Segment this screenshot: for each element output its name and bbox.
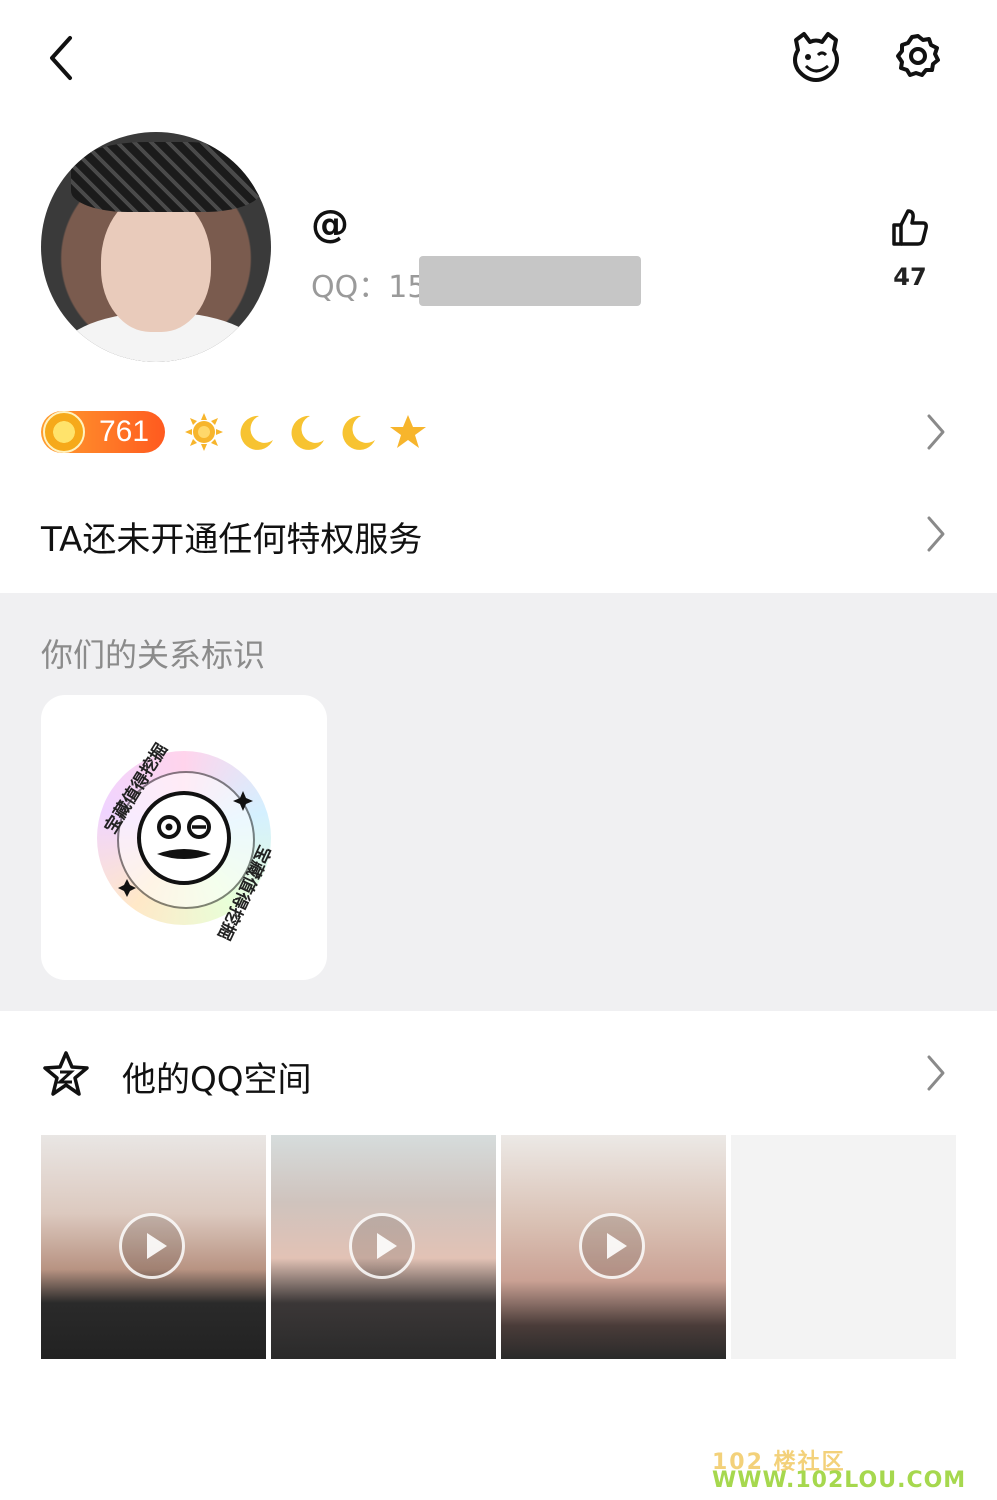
moon-icon — [342, 415, 375, 450]
avatar[interactable] — [41, 132, 271, 362]
like-button[interactable]: 47 — [880, 205, 940, 305]
qzone-empty-thumbnail — [731, 1135, 956, 1359]
level-badge[interactable]: 761 — [41, 411, 165, 453]
chevron-left-icon — [50, 36, 72, 80]
qzone-video-thumbnail[interactable] — [501, 1135, 726, 1359]
avatar-headband — [71, 142, 261, 212]
moon-icon — [240, 415, 273, 450]
level-row-chevron-icon[interactable] — [925, 412, 947, 452]
avatar-face — [101, 192, 211, 332]
qzone-row[interactable]: 他的QQ空间 — [122, 1052, 312, 1101]
play-icon — [579, 1213, 645, 1279]
qzone-video-thumbnail[interactable] — [41, 1135, 266, 1359]
relation-badge: 宝藏值得挖掘 宝藏值得挖掘 — [97, 740, 274, 943]
sun-icon — [185, 413, 223, 451]
back-button[interactable] — [36, 30, 86, 86]
watermark-line2: WWW.102LOU.COM — [712, 1468, 967, 1493]
level-value: 761 — [99, 415, 150, 448]
nickname: @ — [311, 202, 349, 246]
gear-icon — [896, 34, 940, 77]
star-icon — [390, 415, 426, 448]
pet-face-icon — [793, 32, 839, 82]
play-icon — [349, 1213, 415, 1279]
coin-icon — [43, 411, 85, 453]
privilege-row-chevron-icon[interactable] — [925, 514, 947, 554]
relation-badge-card[interactable]: 宝藏值得挖掘 宝藏值得挖掘 — [41, 695, 327, 980]
like-count: 47 — [893, 263, 927, 291]
friend-pet-button[interactable] — [786, 28, 846, 84]
qzone-star-icon — [43, 1051, 89, 1096]
moon-icon — [291, 415, 324, 450]
relation-title: 你们的关系标识 — [41, 636, 266, 674]
thumbs-up-icon — [892, 209, 928, 246]
qq-number: QQ：15 — [311, 270, 427, 305]
play-icon — [119, 1213, 185, 1279]
settings-button[interactable] — [890, 28, 946, 84]
privilege-row[interactable]: TA还未开通任何特权服务 — [41, 512, 422, 561]
qzone-row-chevron-icon[interactable] — [925, 1053, 947, 1093]
qzone-video-thumbnail[interactable] — [271, 1135, 496, 1359]
qq-number-redaction — [419, 256, 641, 306]
